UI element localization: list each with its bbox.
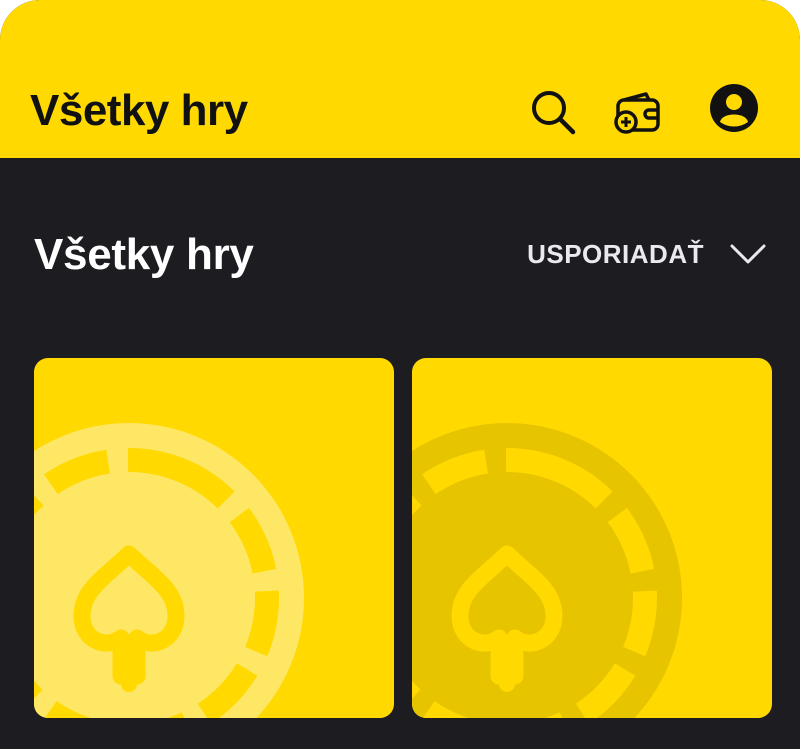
chevron-down-icon bbox=[730, 243, 766, 265]
search-icon bbox=[532, 91, 576, 135]
poker-chip-icon bbox=[34, 423, 304, 718]
game-card[interactable] bbox=[34, 358, 394, 718]
user-icon bbox=[710, 84, 758, 132]
top-bar: Všetky hry bbox=[0, 0, 800, 158]
section-header: Všetky hry USPORIADAŤ bbox=[34, 226, 766, 286]
search-button[interactable] bbox=[527, 86, 579, 138]
poker-chip-icon bbox=[412, 423, 682, 718]
app-screen: Všetky hry Všetky hry USPORIADAŤ bbox=[0, 0, 800, 749]
section-title: Všetky hry bbox=[34, 230, 254, 279]
page-title: Všetky hry bbox=[30, 86, 248, 135]
sort-button[interactable]: USPORIADAŤ bbox=[527, 234, 766, 274]
wallet-add-icon bbox=[614, 92, 660, 134]
wallet-deposit-button[interactable] bbox=[611, 86, 663, 138]
game-card[interactable] bbox=[412, 358, 772, 718]
sort-label: USPORIADAŤ bbox=[527, 238, 704, 269]
profile-button[interactable] bbox=[708, 82, 760, 134]
